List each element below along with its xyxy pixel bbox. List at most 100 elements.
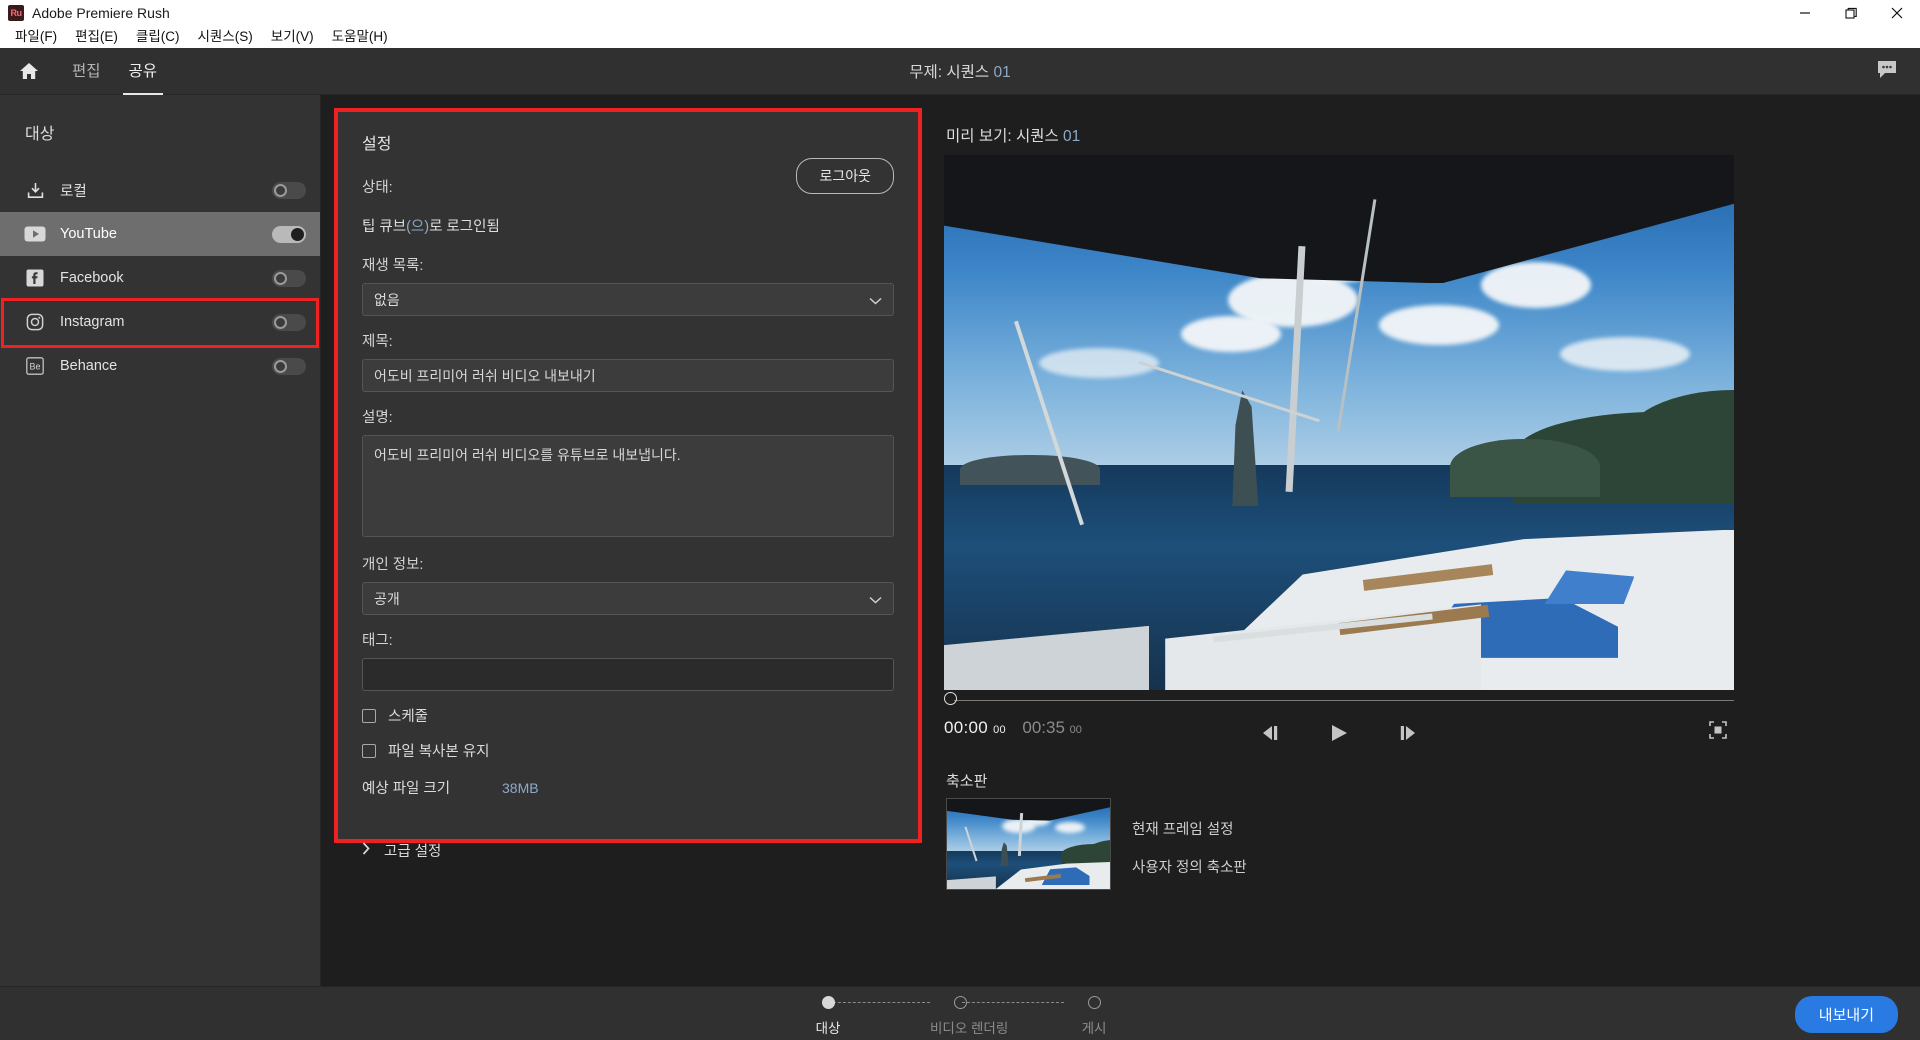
title-input[interactable]: 어도비 프리미어 러쉬 비디오 내보내기 [362, 359, 894, 392]
schedule-checkbox-row[interactable]: 스케줄 [362, 705, 894, 726]
preview-timeline[interactable] [944, 692, 1734, 705]
step-dot [1087, 996, 1101, 1009]
privacy-selected-value: 공개 [374, 590, 400, 607]
privacy-label: 개인 정보: [362, 557, 424, 573]
step-publish[interactable]: 게시 [1064, 995, 1124, 1037]
thumbnail-preview[interactable] [946, 798, 1111, 890]
maximize-icon[interactable] [1828, 0, 1874, 26]
tab-edit[interactable]: 편집 [70, 48, 103, 95]
playback-controls [944, 718, 1734, 748]
preview-controls-row: 00:00 00 00:35 00 [944, 718, 1734, 748]
toggle-knob [274, 359, 287, 373]
status-text: 팁 큐브(으)로 로그인됨 [362, 215, 894, 236]
menu-item-edit[interactable]: 편집(E) [66, 26, 127, 48]
destinations-sidebar: 대상 로컬 YouTube Facebook Instagram Be Beha… [0, 95, 321, 986]
tab-share[interactable]: 공유 [122, 48, 163, 95]
sidebar-item-label: 로컬 [60, 183, 87, 200]
step-video-rendering[interactable]: 비디오 렌더링 [930, 995, 1009, 1037]
video-frame-image [944, 155, 1734, 690]
project-title-sequence: 01 [993, 64, 1011, 81]
menu-item-view[interactable]: 보기(V) [262, 26, 323, 48]
menu-bar: 파일(F) 편집(E) 클립(C) 시퀀스(S) 보기(V) 도움말(H) [0, 26, 1920, 48]
title-label: 제목: [362, 334, 393, 350]
timeline-track [954, 700, 1734, 701]
advanced-settings-row[interactable]: 고급 설정 [362, 840, 894, 861]
schedule-checkbox[interactable] [362, 708, 376, 723]
sidebar-item-youtube[interactable]: YouTube [0, 212, 320, 256]
chevron-down-icon [869, 591, 882, 607]
menu-item-help[interactable]: 도움말(H) [323, 26, 397, 48]
bottom-bar: 대상 비디오 렌더링 게시 내보내기 [0, 986, 1920, 1040]
sidebar-item-label: Behance [60, 358, 118, 374]
youtube-icon [24, 223, 46, 245]
play-icon[interactable] [1324, 721, 1354, 745]
destination-list: 로컬 YouTube Facebook Instagram Be Behance [0, 168, 320, 388]
preview-title-prefix: 미리 보기: 시퀀스 [946, 128, 1064, 145]
sidebar-title: 대상 [25, 126, 55, 143]
settings-heading: 설정 [362, 136, 392, 153]
behance-icon: Be [24, 355, 46, 377]
toggle-facebook[interactable] [272, 269, 306, 287]
description-textarea[interactable]: 어도비 프리미어 러쉬 비디오를 유튜브로 내보냅니다. [362, 435, 894, 537]
thumbnail-heading: 축소판 [946, 773, 988, 790]
thumbnail-option-custom[interactable]: 사용자 정의 축소판 [1132, 856, 1247, 877]
chat-bubble-icon[interactable] [1876, 59, 1898, 84]
menu-item-clip[interactable]: 클립(C) [127, 26, 189, 48]
preview-video[interactable] [944, 155, 1734, 690]
status-account-name: 팁 큐브 [362, 219, 407, 235]
step-label: 대상 [815, 1021, 841, 1036]
home-icon[interactable] [12, 54, 46, 88]
step-label: 비디오 렌더링 [930, 1021, 1009, 1036]
toggle-youtube[interactable] [272, 225, 306, 243]
sidebar-item-local[interactable]: 로컬 [0, 168, 320, 212]
chevron-right-icon [362, 841, 370, 860]
step-forward-icon[interactable] [1392, 721, 1422, 745]
menu-item-sequence[interactable]: 시퀀스(S) [189, 26, 262, 48]
thumbnail-option-current-frame[interactable]: 현재 프레임 설정 [1132, 818, 1233, 839]
playlist-select[interactable]: 없음 [362, 283, 894, 316]
minimize-icon[interactable] [1782, 0, 1828, 26]
schedule-label: 스케줄 [388, 709, 429, 725]
preview-title-sequence: 01 [1063, 128, 1081, 145]
toggle-knob [274, 315, 287, 329]
playlist-label: 재생 목록: [362, 258, 424, 274]
settings-panel: 설정 상태: 로그아웃 팁 큐브(으)로 로그인됨 재생 목록: 없음 제목: … [334, 108, 922, 860]
facebook-icon [24, 267, 46, 289]
svg-text:Be: Be [29, 361, 40, 371]
tags-input[interactable] [362, 658, 894, 691]
app-window: Ru Adobe Premiere Rush 파일(F) 편집(E) 클립(C)… [0, 0, 1920, 1040]
project-title: 무제: 시퀀스 01 [0, 60, 1920, 82]
step-dot [821, 996, 835, 1009]
window-title-bar: Ru Adobe Premiere Rush [0, 0, 1920, 26]
sidebar-item-instagram[interactable]: Instagram [0, 300, 320, 344]
sidebar-item-facebook[interactable]: Facebook [0, 256, 320, 300]
chevron-down-icon [869, 292, 882, 308]
window-title: Adobe Premiere Rush [32, 5, 170, 21]
estimated-file-size-value: 38MB [502, 779, 539, 796]
step-destination[interactable]: 대상 [798, 995, 858, 1037]
app-nav-bar: 편집 공유 무제: 시퀀스 01 [0, 48, 1920, 95]
step-label: 게시 [1081, 1021, 1107, 1036]
toggle-instagram[interactable] [272, 313, 306, 331]
menu-item-file[interactable]: 파일(F) [6, 26, 66, 48]
app-icon: Ru [8, 5, 24, 21]
sidebar-item-label: Facebook [60, 270, 124, 286]
keep-copy-checkbox[interactable] [362, 743, 376, 758]
thumbnail-image [947, 799, 1110, 889]
estimated-file-size-row: 예상 파일 크기 38MB [362, 777, 894, 798]
playhead-handle[interactable] [944, 692, 957, 705]
toggle-knob [291, 227, 304, 241]
logout-button[interactable]: 로그아웃 [796, 158, 894, 194]
toggle-behance[interactable] [272, 357, 306, 375]
export-button[interactable]: 내보내기 [1794, 996, 1898, 1033]
estimated-file-size-label: 예상 파일 크기 [362, 781, 451, 797]
fullscreen-icon[interactable] [1708, 720, 1728, 745]
sidebar-item-label: YouTube [60, 226, 117, 242]
keep-copy-checkbox-row[interactable]: 파일 복사본 유지 [362, 740, 894, 761]
step-back-icon[interactable] [1256, 721, 1286, 745]
privacy-select[interactable]: 공개 [362, 582, 894, 615]
close-icon[interactable] [1874, 0, 1920, 26]
sidebar-item-behance[interactable]: Be Behance [0, 344, 320, 388]
download-icon [24, 179, 46, 201]
toggle-local[interactable] [272, 181, 306, 199]
